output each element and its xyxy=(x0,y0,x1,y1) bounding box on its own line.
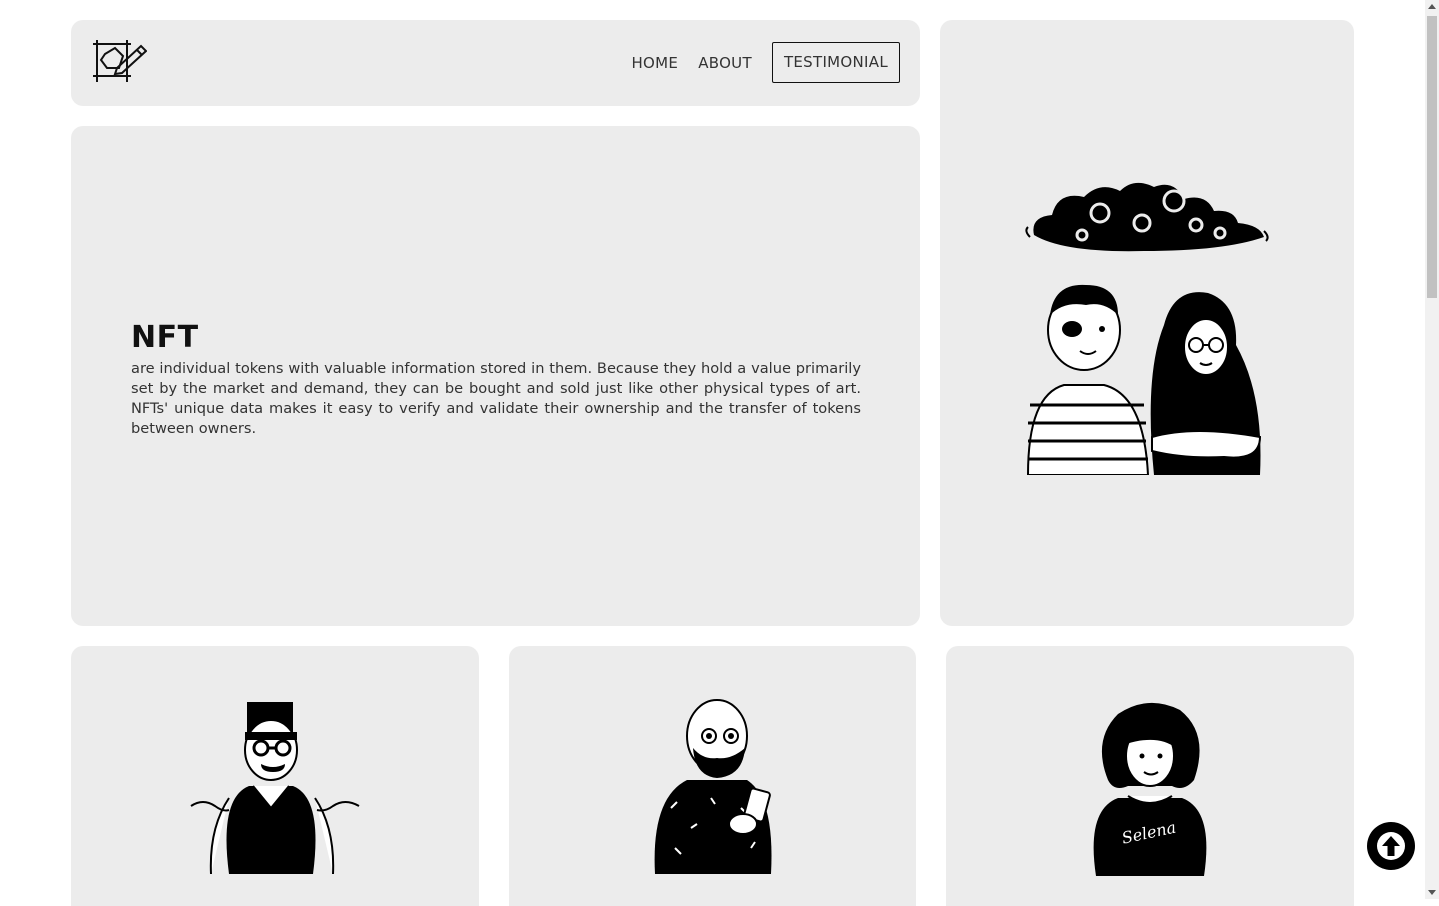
hero-title: NFT xyxy=(131,320,199,355)
person-card: Selena xyxy=(946,646,1354,906)
shrugging-man-illustration xyxy=(190,702,360,874)
nav-bar: HOME ABOUT TESTIMONIAL xyxy=(71,20,920,106)
nav-home-link[interactable]: HOME xyxy=(631,43,678,83)
arrow-up-icon xyxy=(1377,832,1405,860)
scroll-up-arrow-icon[interactable] xyxy=(1428,4,1436,9)
two-people-under-cloud-illustration xyxy=(1025,182,1269,475)
scroll-down-arrow-icon[interactable] xyxy=(1428,890,1436,895)
nav-menu: HOME ABOUT TESTIMONIAL xyxy=(631,42,900,83)
bald-man-with-phone-illustration xyxy=(654,699,772,874)
nav-testimonial-link[interactable]: TESTIMONIAL xyxy=(771,42,900,83)
hero-description: are individual tokens with valuable info… xyxy=(131,360,861,437)
hero-section: NFT are individual tokens with valuable … xyxy=(71,126,920,626)
curly-hair-woman-illustration: Selena xyxy=(1093,702,1207,876)
person-card xyxy=(71,646,479,906)
nav-about-link[interactable]: ABOUT xyxy=(698,43,752,83)
pencil-drafting-logo-icon[interactable] xyxy=(91,38,147,84)
hero-text: NFT are individual tokens with valuable … xyxy=(131,320,861,439)
side-illustration-card xyxy=(940,20,1354,626)
scroll-to-top-button[interactable] xyxy=(1367,822,1415,870)
page-scrollbar[interactable] xyxy=(1425,0,1439,899)
person-card xyxy=(509,646,916,906)
scrollbar-thumb[interactable] xyxy=(1427,16,1437,298)
